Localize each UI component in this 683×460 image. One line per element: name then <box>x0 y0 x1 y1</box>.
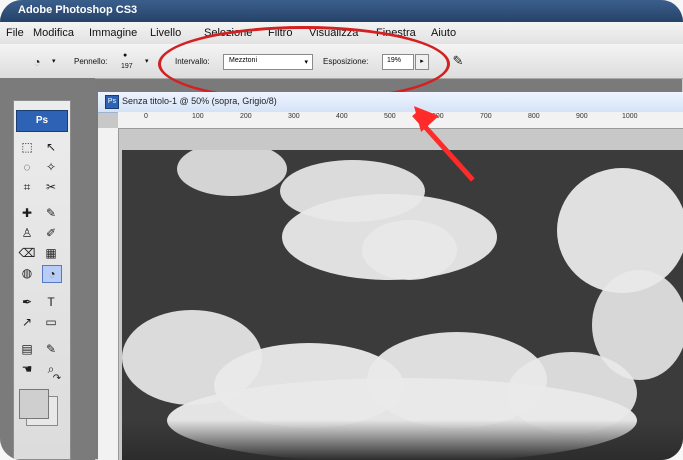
slice-tool-icon[interactable]: ✂ <box>42 179 60 195</box>
move-tool-icon[interactable]: ↖ <box>42 139 60 155</box>
ruler-mark: 1000 <box>622 113 638 120</box>
title-bar: Adobe Photoshop CS3 <box>0 0 683 22</box>
ruler-mark: 500 <box>384 113 396 120</box>
notes-tool-icon[interactable]: ▤ <box>18 341 36 357</box>
blur-tool-icon[interactable]: ◍ <box>18 265 36 281</box>
cloud <box>362 220 457 280</box>
dodge-tool-active-icon[interactable]: ◔ <box>42 265 62 283</box>
dodge-tool-icon[interactable]: ◔ <box>28 54 46 70</box>
lasso-tool-icon[interactable]: ◌ <box>18 159 36 175</box>
ruler-mark: 0 <box>144 113 148 120</box>
ruler-mark: 800 <box>528 113 540 120</box>
brush-tool-icon[interactable]: ✎ <box>42 205 60 221</box>
ruler-mark: 700 <box>480 113 492 120</box>
menu-modifica[interactable]: Modifica <box>33 27 74 39</box>
photoshop-logo: Ps <box>16 110 68 132</box>
clone-stamp-icon[interactable]: ♙ <box>18 225 36 241</box>
menu-aiuto[interactable]: Aiuto <box>431 27 456 39</box>
document-titlebar[interactable]: Ps Senza titolo-1 @ 50% (sopra, Grigio/8… <box>98 92 683 113</box>
path-selection-icon[interactable]: ↗ <box>18 314 36 330</box>
menu-immagine[interactable]: Immagine <box>89 27 137 39</box>
airbrush-icon[interactable]: ✎ <box>449 53 467 69</box>
marquee-tool-icon[interactable]: ⬚ <box>18 139 36 155</box>
hand-tool-icon[interactable]: ☚ <box>18 361 36 377</box>
left-ruler[interactable] <box>98 128 119 460</box>
top-ruler[interactable]: 0 100 200 300 400 500 600 700 800 900 10… <box>118 112 683 129</box>
menu-file[interactable]: File <box>6 27 24 39</box>
swap-colors-icon[interactable]: ↷ <box>48 371 66 387</box>
healing-brush-icon[interactable]: ✚ <box>18 205 36 221</box>
cloud <box>177 150 287 196</box>
menu-livello[interactable]: Livello <box>150 27 181 39</box>
ruler-mark: 900 <box>576 113 588 120</box>
highlight-ellipse <box>158 26 450 102</box>
magic-wand-icon[interactable]: ✧ <box>42 159 60 175</box>
gradient-tool-icon[interactable]: ▦ <box>42 245 60 261</box>
toolbox: Ps ⬚ ↖ ◌ ✧ ⌗ ✂ ✚ ✎ ♙ ✐ ⌫ ▦ ◍ ◔ ✒ T ↗ ▭ ▤… <box>13 100 71 460</box>
app-title: Adobe Photoshop CS3 <box>18 4 138 16</box>
ruler-mark: 400 <box>336 113 348 120</box>
ruler-mark: 100 <box>192 113 204 120</box>
eyedropper-tool-icon[interactable]: ✎ <box>42 341 60 357</box>
history-brush-icon[interactable]: ✐ <box>42 225 60 241</box>
pen-tool-icon[interactable]: ✒ <box>18 294 36 310</box>
shape-tool-icon[interactable]: ▭ <box>42 314 60 330</box>
horizon-shadow <box>122 420 683 460</box>
document-window: Ps Senza titolo-1 @ 50% (sopra, Grigio/8… <box>98 92 683 460</box>
app-window: Adobe Photoshop CS3 File Modifica Immagi… <box>0 0 683 460</box>
crop-tool-icon[interactable]: ⌗ <box>18 179 36 195</box>
type-tool-icon[interactable]: T <box>42 294 60 310</box>
image-canvas[interactable] <box>122 150 683 460</box>
ruler-mark: 200 <box>240 113 252 120</box>
brush-size: 197 <box>121 63 133 70</box>
eraser-tool-icon[interactable]: ⌫ <box>18 245 36 261</box>
tool-preset-chevron-icon[interactable]: ▾ <box>52 57 56 65</box>
document-title: Senza titolo-1 @ 50% (sopra, Grigio/8) <box>122 96 277 106</box>
brush-chevron-icon[interactable]: ▾ <box>145 57 149 65</box>
foreground-color-swatch[interactable] <box>19 389 49 419</box>
brush-label: Pennello: <box>74 57 108 66</box>
document-icon: Ps <box>105 95 119 109</box>
ruler-mark: 300 <box>288 113 300 120</box>
brush-preview-icon[interactable]: ● <box>123 52 127 59</box>
